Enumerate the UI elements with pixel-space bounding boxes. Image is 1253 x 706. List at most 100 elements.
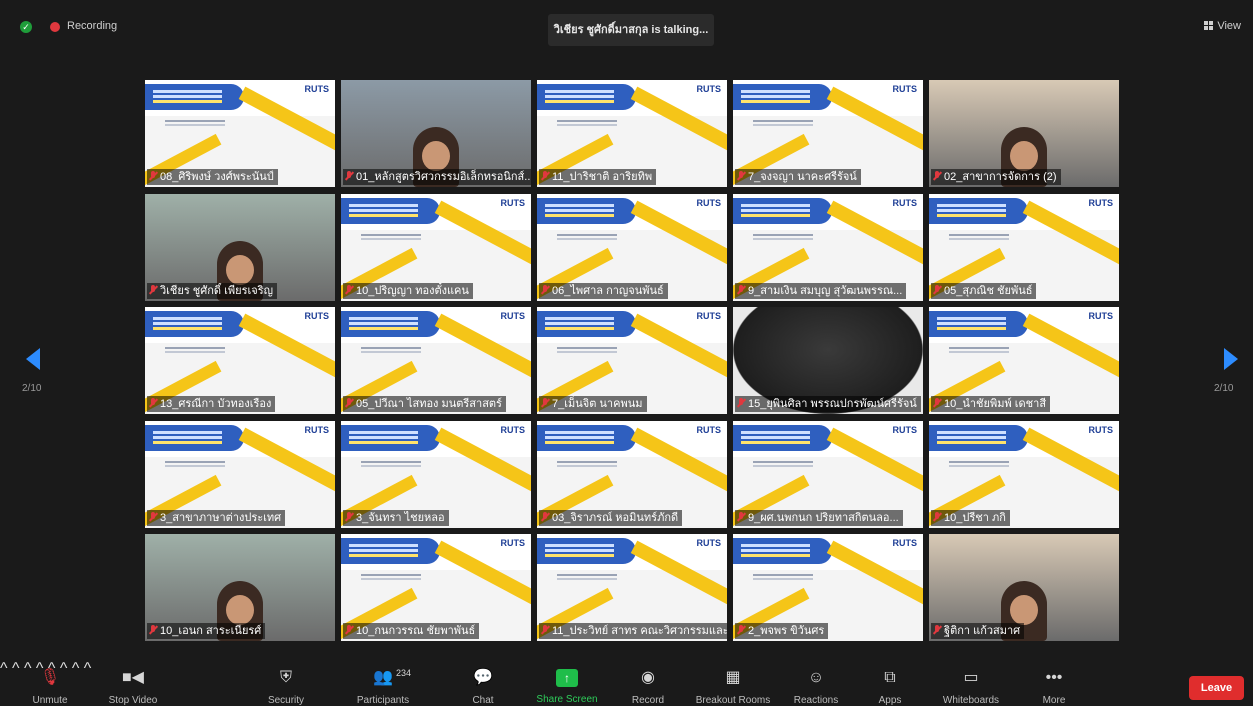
unmute-label: Unmute — [32, 695, 68, 706]
reactions-label: Reactions — [793, 695, 839, 706]
participant-tile[interactable]: RUTS 10_กนกวรรณ ชัยพาพันธ์ — [341, 534, 531, 641]
participant-tile[interactable]: RUTS 7_เม็นจิต นาคพนม — [537, 307, 727, 414]
reactions-button[interactable]: ☺ Reactions — [790, 660, 842, 706]
view-button[interactable]: View — [1204, 20, 1241, 32]
slide-text-lines — [557, 120, 617, 122]
whiteboards-chevron-icon[interactable]: ^ — [84, 660, 92, 677]
participant-tile[interactable]: RUTS 05_ปวีณา ไสทอง มนตรีสาสตร์ — [341, 307, 531, 414]
participant-tile[interactable]: RUTS 05_สุภณิช ชัยพันธ์ — [929, 194, 1119, 301]
video-options-chevron-icon[interactable]: ^ — [12, 660, 20, 677]
slide-banner — [929, 425, 1028, 451]
ruts-logo: RUTS — [696, 198, 722, 208]
muted-microphone-icon — [933, 171, 941, 182]
security-button[interactable]: ⛨ Security — [258, 660, 314, 706]
participant-name: 15_ยุพินศิลา พรรณปกรพัฒน์ศรีรัจน์ — [735, 396, 921, 412]
participant-tile[interactable]: RUTS 2_พจพร ขิวันศร — [733, 534, 923, 641]
audio-options-chevron-icon[interactable]: ^ — [0, 660, 8, 677]
slide-text-lines — [165, 120, 225, 122]
record-button[interactable]: ◉ Record — [628, 660, 668, 706]
slide-banner — [733, 425, 832, 451]
participant-name-label: 10_กนกวรรณ ชัยพาพันธ์ — [356, 625, 476, 637]
slide-text-lines — [557, 461, 617, 463]
recording-label[interactable]: Recording — [67, 20, 117, 32]
participant-tile[interactable]: 01_หลักสูตรวิศวกรรมอิเล็กทรอนิกส์... — [341, 80, 531, 187]
chat-button[interactable]: 💬 Chat — [466, 660, 500, 706]
slide-banner — [929, 311, 1028, 337]
meeting-toolbar: 🎙 Unmute ^ ■◀ Stop Video ^ ⛨ Security 👥 … — [0, 660, 1253, 706]
top-bar: ✓ Recording วิเชียร ชูศักดิ์มาสกุล is ta… — [0, 0, 1253, 46]
slide-banner — [733, 198, 832, 224]
participants-label: Participants — [356, 695, 410, 706]
slide-text-lines — [753, 574, 813, 576]
whiteboards-label: Whiteboards — [942, 695, 1000, 706]
next-page-arrow-icon[interactable] — [1224, 348, 1238, 370]
unmute-button[interactable]: 🎙 Unmute — [22, 660, 78, 706]
whiteboards-button[interactable]: ▭ Whiteboards — [938, 660, 1004, 706]
share-screen-button[interactable]: ↑ Share Screen — [532, 660, 602, 705]
muted-microphone-icon — [149, 625, 157, 636]
participant-name-label: 2_พจพร ขิวันศร — [748, 625, 825, 637]
participant-tile[interactable]: RUTS 7_จงจญา นาคะศรีรัจน์ — [733, 80, 923, 187]
participant-name-label: 08_ศิริพงษ์ วงศ์พระนันป์ — [160, 171, 274, 183]
participant-tile[interactable]: RUTS 11_ประวิทย์ สาทร คณะวิศวกรรมและ... — [537, 534, 727, 641]
participant-name-label: 10_ปริญญา ทองตั๋งแคน — [356, 285, 469, 297]
face — [1010, 595, 1038, 625]
participant-tile[interactable]: RUTS 06_ไพศาล กาญจนพันธ์ — [537, 194, 727, 301]
participant-tile[interactable]: RUTS 03_จิราภรณ์ หอมินทร์ภักดี — [537, 421, 727, 528]
participant-tile[interactable]: RUTS 08_ศิริพงษ์ วงศ์พระนันป์ — [145, 80, 335, 187]
participants-count: 234 — [396, 668, 412, 678]
slide-text-lines — [361, 461, 421, 463]
muted-microphone-icon — [541, 512, 549, 523]
more-button[interactable]: ••• More — [1036, 660, 1072, 706]
muted-microphone-icon — [149, 398, 157, 409]
participant-tile[interactable]: 10_เอนก สาระเนียรศ์ — [145, 534, 335, 641]
participant-name-label: 11_ปาริชาติ อาริยทิพ — [552, 171, 653, 183]
participant-tile[interactable]: RUTS 10_นำชัยพิมพ์ เดชาสี — [929, 307, 1119, 414]
muted-microphone-icon — [737, 398, 745, 409]
participant-tile[interactable]: วิเชียร ชูศักดิ์ เพียรเจริญ — [145, 194, 335, 301]
participant-tile[interactable]: RUTS 9_สามเงิน สมบุญ สุวัฒนพรรณ... — [733, 194, 923, 301]
participant-tile[interactable]: RUTS 3_สาขาภาษาต่างประเทศ — [145, 421, 335, 528]
muted-microphone-icon — [737, 512, 745, 523]
participant-tile[interactable]: ฐิติกา แก้วสมาศ — [929, 534, 1119, 641]
muted-microphone-icon — [345, 285, 353, 296]
stop-video-button[interactable]: ■◀ Stop Video — [100, 660, 166, 706]
participant-name-label: 06_ไพศาล กาญจนพันธ์ — [552, 285, 664, 297]
breakout-rooms-button[interactable]: ▦ Breakout Rooms — [690, 660, 776, 706]
participant-name: 11_ประวิทย์ สาทร คณะวิศวกรรมและ... — [539, 623, 727, 639]
gallery-view: RUTS 08_ศิริพงษ์ วงศ์พระนันป์ 01_หลักสูตรว… — [145, 80, 1119, 641]
participants-button[interactable]: 👥 234 Participants — [348, 660, 418, 706]
stop-video-label: Stop Video — [108, 695, 158, 706]
participant-tile[interactable]: RUTS 11_ปาริชาติ อาริยทิพ — [537, 80, 727, 187]
slide-banner — [537, 425, 636, 451]
slide-banner — [537, 198, 636, 224]
slide-text-lines — [557, 234, 617, 236]
shield-icon[interactable]: ✓ — [20, 21, 32, 33]
ruts-logo: RUTS — [500, 311, 526, 321]
participant-tile[interactable]: RUTS 9_ผศ.นพกนก ปริยทาสกิตนลอ... — [733, 421, 923, 528]
muted-microphone-icon — [541, 625, 549, 636]
participant-name-label: 13_ศรณีกา บัวทองเรือง — [160, 398, 272, 410]
face — [226, 595, 254, 625]
participant-tile[interactable]: RUTS 10_ปริญญา ทองตั๋งแคน — [341, 194, 531, 301]
previous-page-arrow-icon[interactable] — [26, 348, 40, 370]
slide-text-lines — [361, 347, 421, 349]
participant-tile[interactable]: 15_ยุพินศิลา พรรณปกรพัฒน์ศรีรัจน์ — [733, 307, 923, 414]
breakout-rooms-icon: ▦ — [725, 669, 741, 686]
muted-microphone-icon — [933, 285, 941, 296]
participant-name-label: ฐิติกา แก้วสมาศ — [944, 625, 1021, 637]
participant-name-label: 02_สาขาการจัดการ (2) — [944, 171, 1057, 183]
participant-name: 13_ศรณีกา บัวทองเรือง — [147, 396, 276, 412]
slide-banner — [145, 84, 244, 110]
participant-tile[interactable]: RUTS 3_จันทรา ไชยหลอ — [341, 421, 531, 528]
apps-button[interactable]: ⧉ Apps — [870, 660, 910, 706]
participant-tile[interactable]: 02_สาขาการจัดการ (2) — [929, 80, 1119, 187]
participant-name: 02_สาขาการจัดการ (2) — [931, 169, 1061, 185]
participant-tile[interactable]: RUTS 13_ศรณีกา บัวทองเรือง — [145, 307, 335, 414]
leave-button[interactable]: Leave — [1189, 676, 1244, 700]
muted-microphone-icon — [345, 512, 353, 523]
muted-microphone-icon — [737, 171, 745, 182]
muted-microphone-icon — [149, 512, 157, 523]
participant-name: 10_ปริญญา ทองตั๋งแคน — [343, 283, 473, 299]
participant-tile[interactable]: RUTS 10_ปรีชา ภกิ — [929, 421, 1119, 528]
